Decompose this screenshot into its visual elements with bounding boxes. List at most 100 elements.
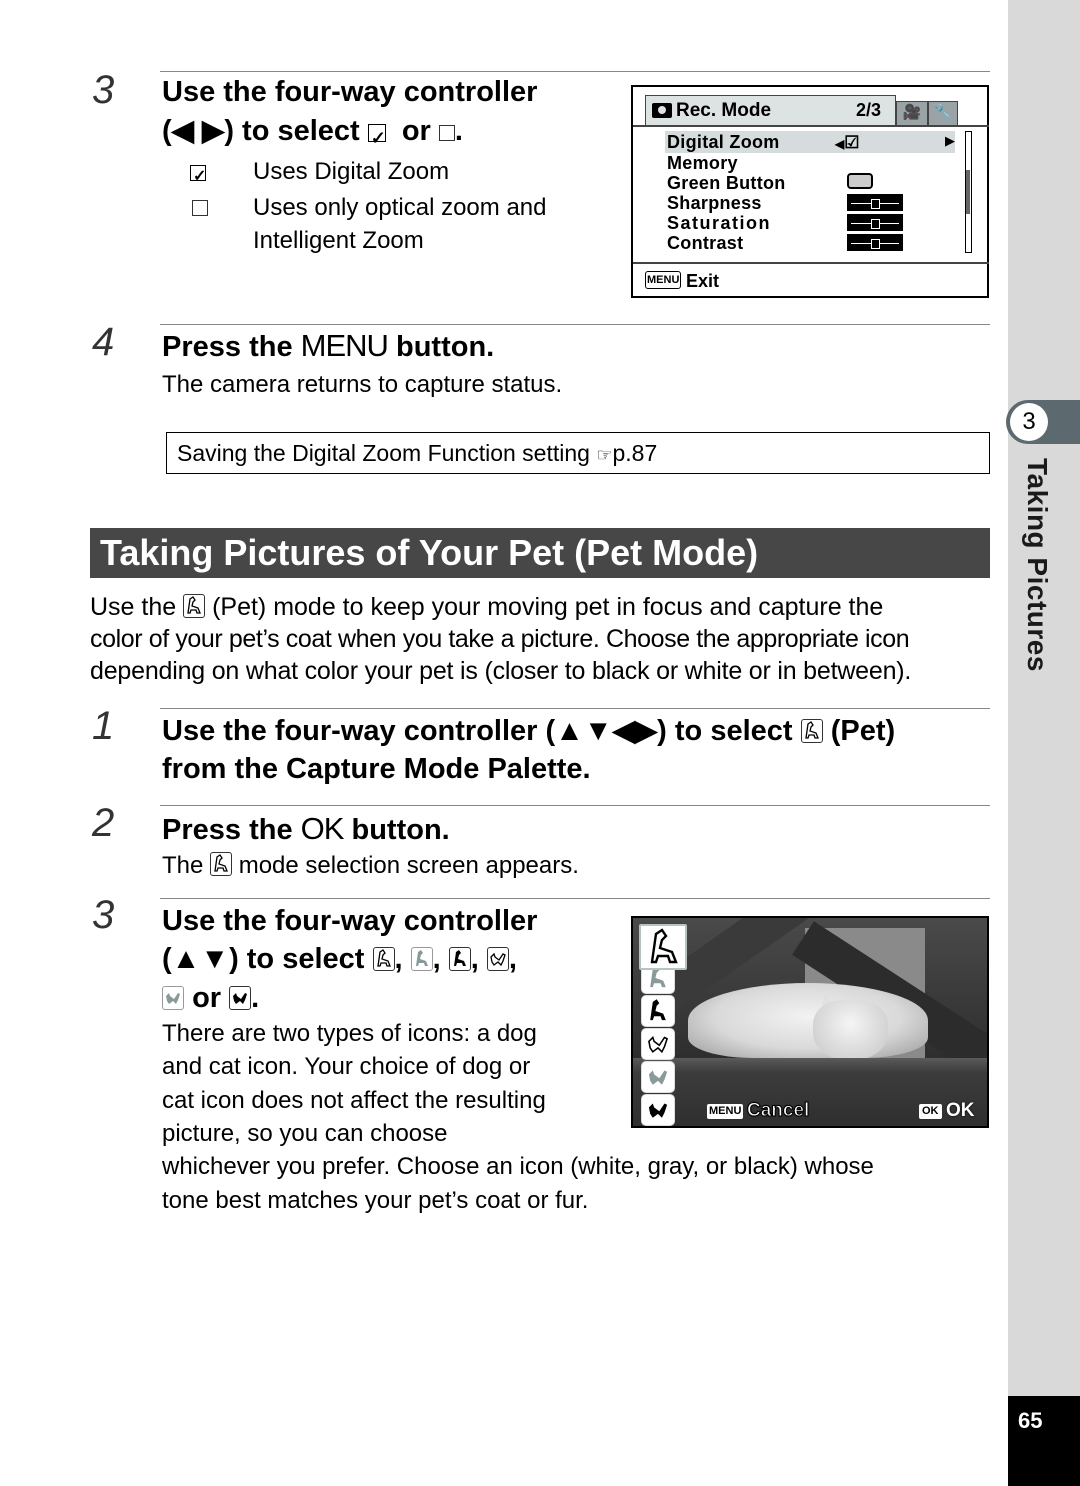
chapter-title: Taking Pictures [1022,458,1053,672]
step-divider [160,898,990,899]
step-heading-line2: (◀ ▶) to select ✓ or . [162,112,537,150]
step-heading-line1: Use the four-way controller (▲▼◀▶) to se… [162,715,896,747]
dog-black-icon [448,947,471,971]
step-number: 3 [92,68,115,112]
cat-black-icon[interactable] [641,1094,675,1126]
menu-item-green-button[interactable]: Green Button [667,173,786,193]
step-heading-line1: Use the four-way controller [162,76,538,108]
step-body: The camera returns to capture status. [162,371,563,398]
heading-or: or [401,115,431,147]
step-body-line: cat icon does not affect the resulting [162,1087,546,1114]
header-divider [633,125,989,127]
step-divider [160,71,990,72]
step-heading: Press the MENU button. [162,328,495,363]
option-text: Uses Digital Zoom [253,158,450,185]
menu-item-contrast[interactable]: Contrast [667,233,743,253]
intro-line-1: Use the (Pet) mode to keep your moving p… [90,593,884,621]
heading-prefix: (◀ ▶) to select [162,115,360,147]
rec-mode-screen: Rec. Mode 2/3 🎥 🔧 Digital Zoom ◀☑ ▶ Memo… [631,85,989,298]
cat-gray-icon [162,986,184,1010]
step-body: The mode selection screen appears. [162,852,579,879]
step-number: 2 [92,801,115,845]
step-number: 1 [92,704,115,748]
dog-gray-icon [410,947,433,971]
checked-box-icon: ✓ [190,165,206,185]
dog-white-icon[interactable] [639,924,687,970]
intro-line-2: color of your pet’s coat when you take a… [90,625,910,653]
menu-item-digital-zoom[interactable]: Digital Zoom [667,132,780,152]
step-body-line: There are two types of icons: a dog [162,1020,537,1047]
dog-white-icon [372,947,395,971]
cancel-label[interactable]: Cancel [746,1100,809,1122]
pet-mode-icon [800,719,823,743]
sharpness-slider[interactable] [847,194,903,211]
menu-item-saturation[interactable]: Saturation [667,213,771,233]
section-banner: Taking Pictures of Your Pet (Pet Mode) [90,528,990,578]
empty-box-icon [438,125,455,141]
menu-badge: MENU [645,271,682,289]
digital-zoom-value[interactable]: ◀☑ [835,133,859,153]
arrow-right-icon: ▶ [945,133,955,148]
step-heading-line1: Use the four-way controller [162,905,538,937]
step-heading-line2: from the Capture Mode Palette. [162,753,591,785]
menu-key-label: MENU [300,328,389,363]
note-box: Saving the Digital Zoom Function setting… [166,432,990,474]
step-heading: Press the OK button. [162,811,450,846]
ok-badge: OK [919,1104,942,1119]
intro-line-3: depending on what color your pet is (clo… [90,657,912,685]
menu-item-memory[interactable]: Memory [667,153,738,173]
heading-end: . [454,115,463,147]
movie-tab-icon[interactable]: 🎥 [896,101,928,125]
pet-mode-icon [183,594,206,618]
step-body-line: picture, so you can choose [162,1120,448,1147]
menu-scrollbar[interactable] [965,131,972,253]
cat-white-icon[interactable] [641,1028,675,1060]
step-divider [160,805,990,806]
contrast-slider[interactable] [847,234,903,251]
side-strip [1008,0,1080,1486]
chapter-number: 3 [1010,403,1048,441]
option-unchecked [192,191,208,224]
step-body-line: whichever you prefer. Choose an icon (wh… [162,1153,874,1180]
menu-page: 2/3 [856,100,882,120]
rec-mode-tab[interactable]: Rec. Mode 2/3 [645,95,896,125]
menu-title: Rec. Mode [676,100,772,121]
cat-white-icon [486,947,509,971]
step-divider [160,324,990,325]
footer-divider [633,262,989,264]
option-text-line2: Intelligent Zoom [253,227,424,254]
scrollbar-thumb[interactable] [966,170,970,214]
ok-label[interactable]: OK [946,1100,975,1122]
empty-box-icon [192,200,208,216]
step-body-line: tone best matches your pet’s coat or fur… [162,1187,589,1214]
saturation-slider[interactable] [847,214,903,231]
cat-black-icon [229,986,252,1010]
page-reference-link[interactable]: p.87 [612,440,657,466]
note-text: Saving the Digital Zoom Function setting… [177,440,658,466]
photo-dog-head [813,1000,888,1060]
step-heading: Use the four-way controller (◀ ▶) to sel… [162,73,537,150]
menu-item-sharpness[interactable]: Sharpness [667,193,762,213]
checked-box-icon: ✓ [367,124,386,148]
reference-hand-icon: ☞ [596,445,613,465]
wrench-tab-icon[interactable]: 🔧 [928,101,958,125]
step-number: 4 [92,320,115,364]
step-number: 3 [92,893,115,937]
exit-label[interactable]: Exit [686,271,719,292]
photo-dog-body [688,983,928,1058]
arrow-left-icon: ◀ [835,137,845,151]
step-heading-line3: or . [162,979,259,1017]
green-button-indicator [847,173,873,189]
option-checked: ✓ Uses Digital Zoom [190,155,449,188]
cat-gray-icon[interactable] [641,1061,675,1093]
step-divider [160,708,990,709]
dog-black-icon[interactable] [641,995,675,1027]
step-heading-line2: (▲▼) to select , , , , [162,943,517,975]
pet-mode-icon [210,852,233,876]
section-title: Taking Pictures of Your Pet (Pet Mode) [100,532,759,573]
camera-icon [652,103,672,118]
page-number: 65 [1018,1408,1043,1433]
pet-mode-screen: MENU Cancel OK OK [631,916,989,1128]
step-body-line: and cat icon. Your choice of dog or [162,1053,531,1080]
ok-key-label: OK [300,811,345,846]
